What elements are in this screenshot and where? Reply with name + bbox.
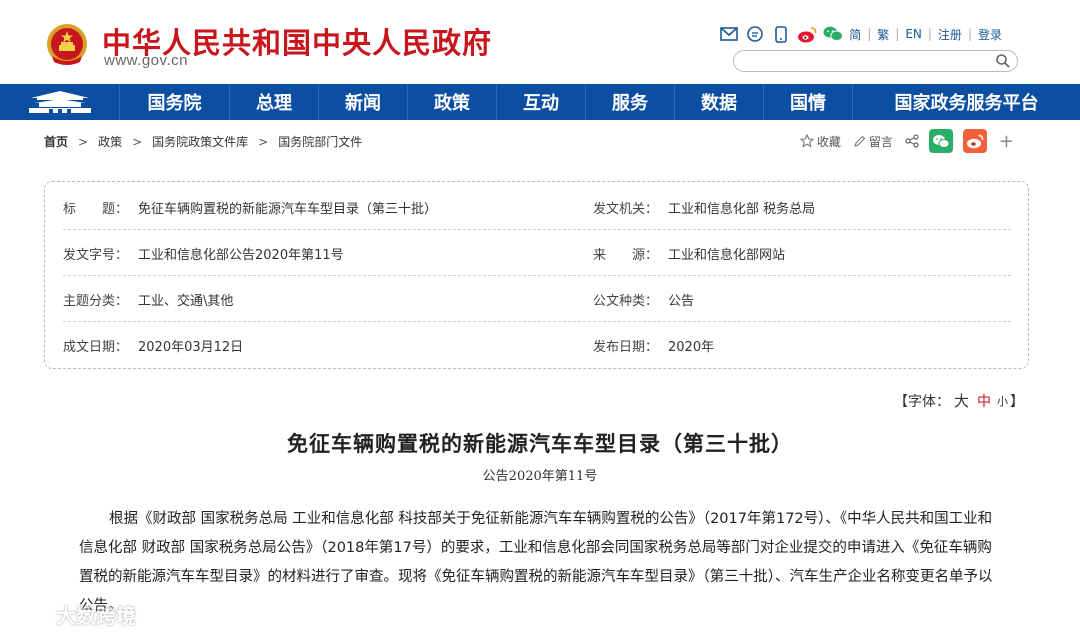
search-box: [733, 50, 1018, 72]
nav-data[interactable]: 数据: [675, 84, 764, 120]
tiananmen-icon: [28, 91, 91, 113]
info-row: 发文字号： 工业和信息化部公告2020年第11号 来 源： 工业和信息化部网站: [63, 230, 1011, 276]
font-size-small-button[interactable]: 小: [997, 393, 1008, 409]
info-row: 标 题： 免征车辆购置税的新能源汽车车型目录（第三十批） 发文机关： 工业和信息化部…: [63, 184, 1011, 230]
link-register[interactable]: 注册: [938, 26, 962, 43]
wechat-icon: [932, 134, 950, 148]
article-paragraph: 根据《财政部 国家税务总局 工业和信息化部 科技部关于免征新能源汽车车辆购置税的…: [79, 511, 993, 614]
mail-icon[interactable]: [719, 24, 739, 44]
share-weibo-button[interactable]: [962, 129, 987, 153]
bracket-open: 【: [893, 393, 908, 410]
info-pub-value: 2020年: [668, 339, 715, 355]
info-source-label: 来 源：: [593, 247, 659, 263]
info-issuer-value: 工业和信息化部 税务总局: [668, 201, 816, 217]
breadcrumb-policy[interactable]: 政策: [98, 133, 122, 150]
link-login[interactable]: 登录: [978, 26, 1002, 43]
weibo-icon[interactable]: [797, 24, 817, 44]
article-title: 免征车辆购置税的新能源汽车车型目录（第三十批）: [287, 431, 793, 456]
watermark-text: 大数跨境: [56, 604, 136, 628]
info-topic-value: 工业、交通\其他: [138, 293, 234, 309]
breadcrumb-department-docs[interactable]: 国务院部门文件: [278, 133, 362, 150]
message-icon[interactable]: [745, 24, 765, 44]
breadcrumb: 首页 > 政策 > 国务院政策文件库 > 国务院部门文件: [44, 133, 362, 150]
weibo-icon: [966, 134, 984, 148]
nav-national-info[interactable]: 国情: [764, 84, 853, 120]
share-icon: [905, 134, 919, 148]
nav-news[interactable]: 新闻: [319, 84, 408, 120]
divider: |: [927, 27, 932, 41]
font-size-label: 字体：: [907, 393, 950, 410]
info-topic-label: 主题分类：: [63, 293, 129, 309]
info-row: 主题分类： 工业、交通\其他 公文种类： 公告: [63, 276, 1011, 322]
info-docno-label: 发文字号：: [63, 247, 129, 263]
info-title-label: 标 题：: [63, 201, 129, 217]
wechat-icon[interactable]: [823, 24, 844, 44]
share-tools: 收藏 留言 +: [788, 129, 1014, 153]
search-input[interactable]: [744, 52, 994, 72]
nav-home[interactable]: [0, 84, 120, 120]
info-type-value: 公告: [668, 293, 695, 309]
link-simplified[interactable]: 简: [849, 26, 861, 43]
site-url[interactable]: www.gov.cn: [104, 52, 188, 69]
info-source-value: 工业和信息化部网站: [668, 247, 786, 263]
national-emblem-icon[interactable]: [44, 22, 90, 68]
info-type-label: 公文种类：: [593, 293, 659, 309]
favorite-button[interactable]: 收藏: [799, 133, 841, 150]
info-date-label: 成文日期：: [63, 339, 129, 355]
divider: |: [867, 27, 872, 41]
breadcrumb-home[interactable]: 首页: [44, 133, 68, 150]
nav-premier[interactable]: 总理: [230, 84, 319, 120]
info-pub-label: 发布日期：: [593, 339, 659, 355]
mobile-icon[interactable]: [771, 24, 791, 44]
breadcrumb-separator: >: [132, 134, 143, 149]
watermark-logo-icon: [8, 603, 48, 623]
site-header: 中华人民共和国中央人民政府 www.gov.cn 简 | 繁 | EN | 注册…: [0, 0, 1080, 84]
favorite-label: 收藏: [816, 134, 841, 149]
font-size-control: 【 字体： 大 中 小 】: [894, 390, 1024, 411]
share-button[interactable]: [905, 134, 919, 148]
info-title-value: 免征车辆购置税的新能源汽车车型目录（第三十批）: [138, 201, 438, 217]
breadcrumb-separator: >: [78, 134, 89, 149]
info-docno-value: 工业和信息化部公告2020年第11号: [138, 247, 344, 263]
main-nav: 国务院 总理 新闻 政策 互动 服务 数据 国情 国家政务服务平台: [0, 84, 1080, 120]
nav-policy[interactable]: 政策: [408, 84, 497, 120]
nav-state-council[interactable]: 国务院: [120, 84, 230, 120]
more-share-button[interactable]: +: [999, 131, 1014, 152]
font-size-medium-button[interactable]: 中: [977, 391, 991, 411]
link-traditional[interactable]: 繁: [877, 26, 889, 43]
comment-label: 留言: [868, 134, 893, 149]
article-subtitle: 公告2020年第11号: [482, 469, 598, 484]
divider: |: [967, 27, 972, 41]
nav-gov-service-platform[interactable]: 国家政务服务平台: [853, 84, 1080, 120]
document-info-box: 标 题： 免征车辆购置税的新能源汽车车型目录（第三十批） 发文机关： 工业和信息化部…: [44, 181, 1029, 369]
star-icon: [799, 134, 814, 148]
info-row: 成文日期： 2020年03月12日 发布日期： 2020年: [63, 322, 1011, 368]
top-links: 简 | 繁 | EN | 注册 | 登录: [713, 24, 1008, 44]
watermark: 大数跨境: [6, 600, 136, 629]
nav-interaction[interactable]: 互动: [497, 84, 586, 120]
comment-button[interactable]: 留言: [853, 133, 893, 150]
link-english[interactable]: EN: [905, 27, 922, 41]
info-issuer-label: 发文机关：: [593, 201, 659, 217]
breadcrumb-policy-library[interactable]: 国务院政策文件库: [152, 133, 248, 150]
info-date-value: 2020年03月12日: [138, 339, 244, 355]
nav-services[interactable]: 服务: [586, 84, 675, 120]
share-wechat-button[interactable]: [928, 129, 953, 153]
pencil-icon: [854, 135, 866, 147]
breadcrumb-separator: >: [258, 134, 269, 149]
divider: |: [895, 27, 900, 41]
search-icon[interactable]: [995, 53, 1011, 69]
font-size-large-button[interactable]: 大: [954, 390, 969, 411]
bracket-close: 】: [1010, 393, 1024, 410]
